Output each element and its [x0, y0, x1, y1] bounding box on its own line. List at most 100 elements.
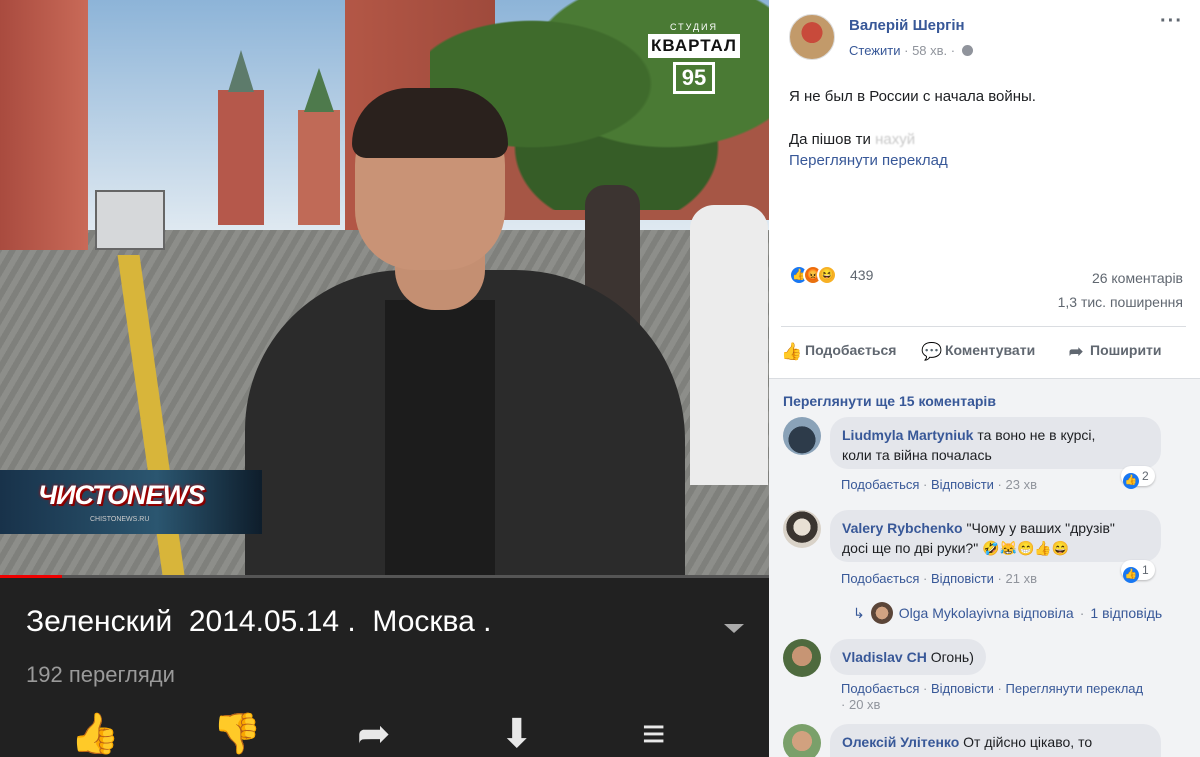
comment-time[interactable]: 21 хв [1006, 571, 1037, 586]
reply-arrow-icon: ↳ [853, 605, 865, 621]
comment-author[interactable]: Vladislav CH [842, 649, 927, 665]
meta-separator: · [1079, 605, 1085, 621]
follow-link[interactable]: Стежити [849, 43, 900, 58]
like-reaction-icon: 👍 [1123, 567, 1139, 583]
comment-like-link[interactable]: Подобається [841, 681, 919, 696]
download-icon[interactable]: ⬇ [500, 712, 534, 757]
more-options-icon[interactable]: ··· [1160, 10, 1183, 33]
comment-icon: 💬 [921, 342, 943, 361]
commenter-avatar[interactable] [783, 639, 821, 677]
comment-text: та воно не в курсі, [977, 427, 1096, 443]
reactions-count: 439 [850, 267, 874, 283]
video-presenter-hair [352, 88, 508, 158]
news-banner: ЧИСТОNEWS CHISTONEWS.RU [0, 470, 262, 534]
comment-reply-link[interactable]: Відповісти [931, 477, 994, 492]
replies-summary[interactable]: ↳ Olga Mykolayivna відповіла · 1 відповідь [853, 602, 1162, 624]
comment-text: "Чому у ваших "друзів" [966, 520, 1115, 536]
meta-separator: · [997, 571, 1002, 586]
dislike-icon[interactable]: 👎 [212, 712, 262, 757]
comment-likes-count: 2 [1142, 469, 1149, 483]
comment-meta: Подобається · Відповісти · Переглянути п… [841, 681, 1186, 713]
comments-section: Переглянути ще 15 коментарів Liudmyla Ma… [769, 379, 1200, 757]
video-bus [95, 190, 165, 250]
comment-text: досі ще по дві руки?" 🤣😹😁👍😄 [842, 540, 1070, 556]
comment-text: От дійсно цікаво, то [963, 734, 1093, 750]
video-progress-fill [0, 575, 62, 578]
commenter-avatar[interactable] [783, 417, 821, 455]
video-passerby [690, 205, 768, 485]
comment-author[interactable]: Liudmyla Martyniuk [842, 427, 973, 443]
haha-reaction-icon: 😆 [817, 265, 837, 285]
meta-separator: · [997, 681, 1002, 696]
reply-author: Olga Mykolayivna [898, 605, 1010, 621]
post-text-line2-prefix: Да пішов ти [789, 131, 876, 148]
comment-like-link[interactable]: Подобається [841, 571, 919, 586]
globe-icon [961, 45, 973, 56]
expand-description-icon[interactable] [724, 624, 744, 633]
comment-bubble: Liudmyla Martyniuk та воно не в курсі, к… [830, 417, 1161, 469]
post-text-line1: Я не был в России с начала войны. [789, 88, 1036, 105]
post-actions-bar: 👍 Подобається 💬 Коментувати ➦ Поширити [769, 335, 1200, 369]
shares-count[interactable]: 1,3 тис. поширення [1058, 294, 1183, 310]
commenter-avatar[interactable] [783, 724, 821, 757]
comment-text: коли та війна почалась [842, 447, 992, 463]
facebook-post-panel: Валерій Шергін Стежити · 58 хв. · ··· Я … [769, 0, 1200, 757]
share-arrow-icon: ➦ [1068, 342, 1084, 361]
reply-verb: відповіла [1013, 605, 1074, 621]
comment-button-label: Коментувати [945, 342, 1036, 358]
comment-author[interactable]: Олексій Улітенко [842, 734, 959, 750]
comment-meta: Подобається · Відповісти · 23 хв [841, 477, 1037, 492]
comment-reactions[interactable]: 👍 1 [1121, 560, 1155, 583]
video-title: Зеленский 2014.05.14 . Москва . [26, 605, 492, 638]
video-panel: СТУДИЯ КВАРТАЛ 95 ЧИСТОNEWS CHISTONEWS.R… [0, 0, 769, 757]
add-to-playlist-icon[interactable]: ≡ [642, 712, 665, 757]
video-presenter-shirt [385, 300, 495, 575]
post-text-line2: Да пішов ти нахуй [789, 131, 915, 148]
see-translation-link[interactable]: Переглянути переклад [789, 152, 948, 169]
post-meta: Стежити · 58 хв. · [849, 43, 973, 58]
comment-meta: Подобається · Відповісти · 21 хв [841, 571, 1037, 586]
meta-separator: · [997, 477, 1002, 492]
like-reaction-icon: 👍 [1123, 473, 1139, 489]
comment-translate-link[interactable]: Переглянути переклад [1006, 681, 1144, 696]
post-author-name[interactable]: Валерій Шергін [849, 17, 965, 34]
comment-bubble: Олексій Улітенко От дійсно цікаво, то [830, 724, 1161, 757]
video-actions: 👍 👎 ➦ ⬇ ≡ [0, 712, 769, 757]
share-icon[interactable]: ➦ [357, 712, 391, 757]
video-progress-bar[interactable] [0, 575, 769, 578]
like-button-label: Подобається [805, 342, 897, 358]
comment-reactions[interactable]: 👍 2 [1121, 466, 1155, 489]
comment-reply-link[interactable]: Відповісти [931, 681, 994, 696]
comment-time[interactable]: 23 хв [1006, 477, 1037, 492]
meta-separator: · [950, 43, 956, 58]
video-player[interactable]: СТУДИЯ КВАРТАЛ 95 ЧИСТОNEWS CHISTONEWS.R… [0, 0, 769, 575]
kvartal-number-label: 95 [672, 62, 716, 94]
meta-separator: · [923, 477, 928, 492]
comment-likes-count: 1 [1142, 563, 1149, 577]
comment-button[interactable]: 💬 Коментувати [921, 342, 1035, 362]
comment-reply-link[interactable]: Відповісти [931, 571, 994, 586]
kvartal-95-logo: СТУДИЯ КВАРТАЛ 95 [648, 22, 740, 104]
reply-author-avatar [870, 602, 893, 624]
comment-bubble: Vladislav CH Огонь) [830, 639, 986, 675]
video-building-left [0, 0, 88, 250]
post-time[interactable]: 58 хв. [912, 43, 947, 58]
comment-text: Огонь) [930, 649, 974, 665]
view-more-comments-link[interactable]: Переглянути ще 15 коментарів [783, 393, 996, 409]
kvartal-studio-label: СТУДИЯ [669, 22, 719, 32]
comment-author[interactable]: Valery Rybchenko [842, 520, 963, 536]
kvartal-brand-label: КВАРТАЛ [648, 34, 740, 58]
meta-separator: · [841, 697, 846, 712]
author-avatar[interactable] [789, 14, 835, 60]
meta-separator: · [904, 43, 909, 58]
video-views: 192 перегляди [26, 662, 175, 687]
comment-like-link[interactable]: Подобається [841, 477, 919, 492]
commenter-avatar[interactable] [783, 510, 821, 548]
comments-count[interactable]: 26 коментарів [1092, 270, 1183, 286]
share-button[interactable]: ➦ Поширити [1066, 342, 1162, 362]
like-button[interactable]: 👍 Подобається [781, 342, 896, 362]
thumbs-up-icon: 👍 [781, 342, 803, 361]
like-icon[interactable]: 👍 [70, 712, 120, 757]
video-tower [298, 68, 340, 225]
comment-time[interactable]: 20 хв [849, 697, 880, 712]
